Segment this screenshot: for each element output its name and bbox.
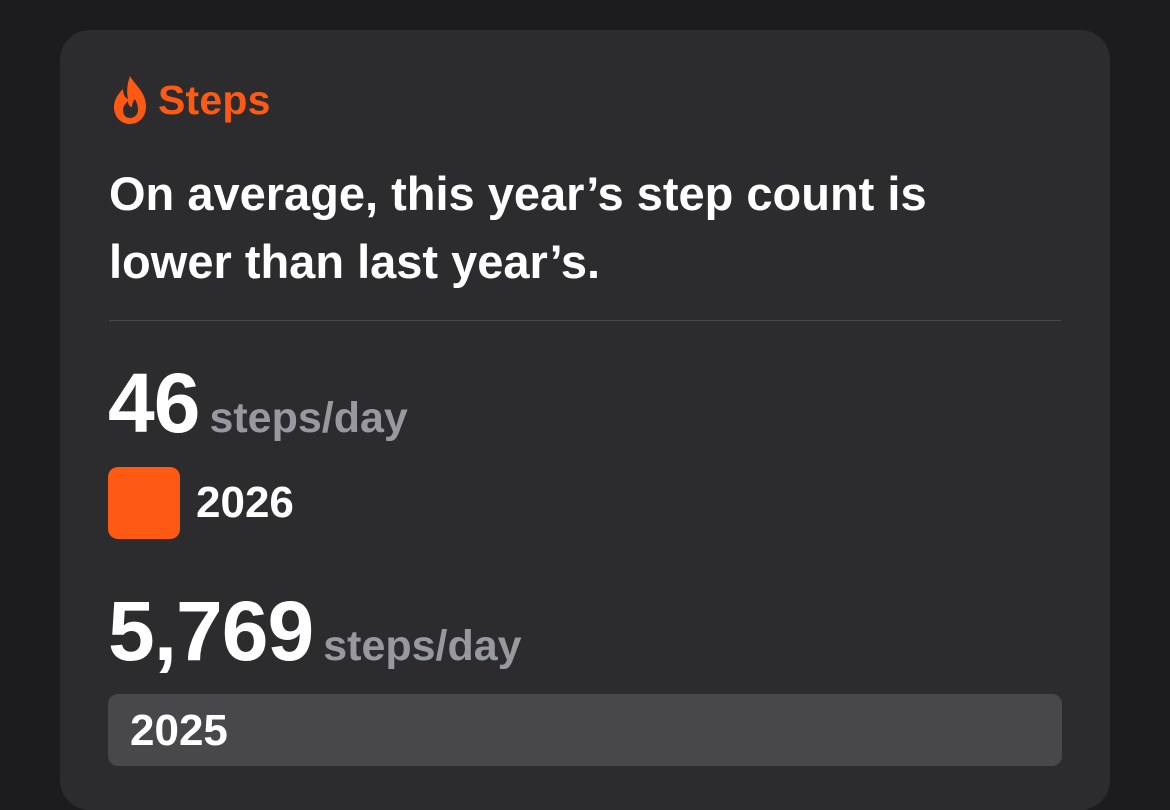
stat-value-2025: 5,769 bbox=[108, 584, 314, 678]
stat-2026: 46 steps/day bbox=[108, 355, 408, 452]
bar-2026 bbox=[108, 467, 180, 539]
card-title: Steps bbox=[158, 76, 271, 123]
stat-value-2026: 46 bbox=[108, 356, 200, 450]
headline-text: On average, this year’s step count is lo… bbox=[109, 167, 927, 288]
year-label-2025: 2025 bbox=[130, 706, 228, 755]
year-label-2026: 2026 bbox=[196, 478, 294, 527]
bar-2025 bbox=[108, 694, 1062, 766]
divider bbox=[109, 320, 1061, 321]
stat-unit-2025: steps/day bbox=[323, 622, 522, 670]
stat-unit-2026: steps/day bbox=[209, 394, 408, 442]
steps-highlight-card[interactable]: Steps On average, this year’s step count… bbox=[60, 30, 1110, 810]
stat-2025: 5,769 steps/day bbox=[108, 583, 522, 680]
flame-icon bbox=[114, 76, 146, 124]
card-header: Steps bbox=[110, 72, 271, 128]
